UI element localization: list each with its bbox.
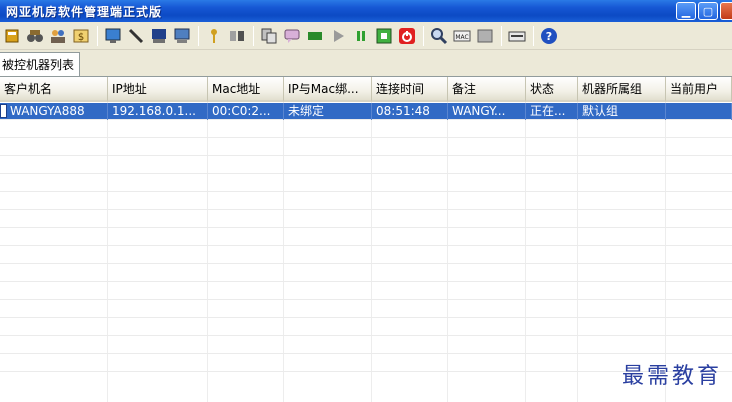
- svg-text:MAC: MAC: [455, 34, 468, 41]
- display-icon[interactable]: [172, 26, 192, 46]
- empty-row: [0, 265, 732, 282]
- svg-text:$: $: [78, 32, 84, 43]
- column-header-current-user[interactable]: 当前用户: [666, 77, 732, 102]
- minimize-button[interactable]: ▁: [676, 2, 696, 20]
- tab-controlled-machines[interactable]: 被控机器列表: [0, 52, 80, 76]
- toolbar-separator: [533, 25, 534, 46]
- column-header-ip-mac-binding[interactable]: IP与Mac绑...: [284, 77, 372, 102]
- toolbar-separator: [501, 25, 502, 46]
- tab-strip: 被控机器列表: [0, 50, 732, 76]
- cell-ip: 192.168.0.1...: [108, 103, 208, 120]
- monitor-icon[interactable]: [149, 26, 169, 46]
- table-row[interactable]: WANGYA888 192.168.0.1... 00:C0:2... 未绑定 …: [0, 103, 732, 120]
- column-header-mac[interactable]: Mac地址: [208, 77, 284, 102]
- column-header-group[interactable]: 机器所属组: [578, 77, 666, 102]
- toolbar-separator: [198, 25, 199, 46]
- table-header: 客户机名 IP地址 Mac地址 IP与Mac绑... 连接时间 备注 状态 机器…: [0, 77, 732, 102]
- dollar-icon[interactable]: $: [71, 26, 91, 46]
- screen-icon[interactable]: [103, 26, 123, 46]
- empty-row: [0, 211, 732, 228]
- key-icon[interactable]: [204, 26, 224, 46]
- empty-row: [0, 247, 732, 264]
- cell-note: WANGY...: [448, 103, 526, 120]
- column-header-ip[interactable]: IP地址: [108, 77, 208, 102]
- message-icon[interactable]: [305, 26, 325, 46]
- help-icon[interactable]: ?: [539, 26, 559, 46]
- empty-row: [0, 121, 732, 138]
- mac-icon[interactable]: MAC: [452, 26, 472, 46]
- group-icon[interactable]: [48, 26, 68, 46]
- cell-client-name: WANGYA888: [0, 103, 108, 120]
- toolbar-separator: [423, 25, 424, 46]
- network-icon[interactable]: [374, 26, 394, 46]
- column-header-connect-time[interactable]: 连接时间: [372, 77, 448, 102]
- cell-status: 正在...: [526, 103, 578, 120]
- cell-current-user: [666, 103, 732, 120]
- toolbar: $ MAC ?: [0, 22, 732, 50]
- empty-row: [0, 337, 732, 354]
- empty-row: [0, 175, 732, 192]
- column-header-status[interactable]: 状态: [526, 77, 578, 102]
- cell-mac: 00:C0:2...: [208, 103, 284, 120]
- svg-text:?: ?: [546, 30, 552, 43]
- search-computer-icon[interactable]: [429, 26, 449, 46]
- empty-row: [0, 139, 732, 156]
- chat-icon[interactable]: [282, 26, 302, 46]
- keyboard-icon[interactable]: [507, 26, 527, 46]
- column-header-client-name[interactable]: 客户机名: [0, 77, 108, 102]
- empty-row: [0, 283, 732, 300]
- empty-row: [0, 193, 732, 210]
- column-header-note[interactable]: 备注: [448, 77, 526, 102]
- users-tool-icon[interactable]: [227, 26, 247, 46]
- minimize-icon: ▁: [681, 4, 691, 18]
- tab-label: 被控机器列表: [2, 58, 75, 72]
- pen-icon[interactable]: [126, 26, 146, 46]
- pause-icon[interactable]: [351, 26, 371, 46]
- empty-row: [0, 301, 732, 318]
- close-button[interactable]: [720, 2, 732, 20]
- empty-row: [0, 319, 732, 336]
- toolbar-separator: [97, 25, 98, 46]
- machine-list-table[interactable]: 客户机名 IP地址 Mac地址 IP与Mac绑... 连接时间 备注 状态 机器…: [0, 76, 732, 402]
- empty-row: [0, 157, 732, 174]
- empty-row: [0, 229, 732, 246]
- title-bar[interactable]: 网亚机房软件管理端正式版 ▁ ▢: [0, 0, 732, 22]
- copy-icon[interactable]: [259, 26, 279, 46]
- maximize-button[interactable]: ▢: [698, 2, 718, 20]
- cell-connect-time: 08:51:48: [372, 103, 448, 120]
- maximize-icon: ▢: [702, 4, 714, 18]
- cell-binding: 未绑定: [284, 103, 372, 120]
- window-title: 网亚机房软件管理端正式版: [6, 4, 163, 19]
- cell-group: 默认组: [578, 103, 666, 120]
- power-icon[interactable]: [397, 26, 417, 46]
- binoculars-icon[interactable]: [25, 26, 45, 46]
- toolbar-separator: [253, 25, 254, 46]
- user-icon[interactable]: [2, 26, 22, 46]
- watermark-text: 最需教育: [621, 364, 722, 389]
- play-icon[interactable]: [328, 26, 348, 46]
- hardware-icon[interactable]: [475, 26, 495, 46]
